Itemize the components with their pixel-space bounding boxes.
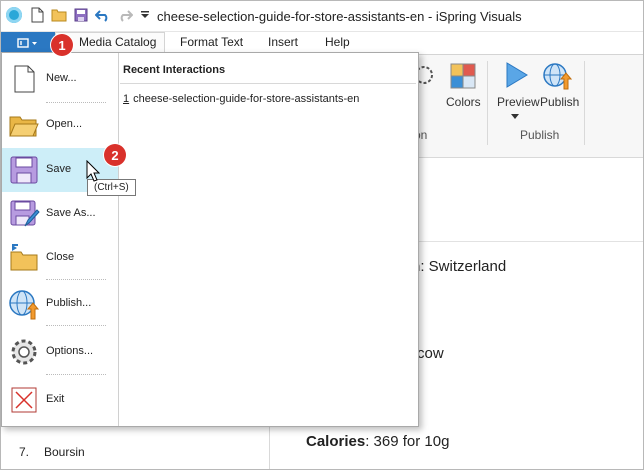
menu-item-exit[interactable]: Exit bbox=[2, 378, 118, 422]
menu-item-new[interactable]: New... bbox=[2, 57, 118, 101]
tab-format-text[interactable]: Format Text bbox=[180, 35, 243, 49]
save-as-icon bbox=[8, 198, 40, 230]
origin-value: : Switzerland bbox=[420, 258, 507, 275]
menu-item-close[interactable]: Close bbox=[2, 236, 118, 280]
calories-line: Calories: 369 for 10g bbox=[306, 433, 449, 450]
publish-globe-icon bbox=[8, 288, 40, 320]
menu-item-label: Publish... bbox=[46, 297, 92, 309]
menu-item-label: Save As... bbox=[46, 207, 96, 219]
menu-item-label: Exit bbox=[46, 393, 65, 405]
recent-divider bbox=[120, 83, 416, 84]
close-folder-icon bbox=[8, 242, 40, 274]
file-menu: New... Open... Save Save As... Close Pub… bbox=[1, 52, 419, 427]
step-badge-1: 1 bbox=[51, 34, 73, 56]
menu-item-open[interactable]: Open... bbox=[2, 103, 118, 147]
customize-dropdown-icon[interactable] bbox=[137, 7, 153, 23]
publish-globe-icon[interactable] bbox=[542, 61, 573, 91]
redo-icon[interactable] bbox=[117, 7, 133, 23]
list-item-index: 7. bbox=[19, 445, 30, 459]
file-menu-commands: New... Open... Save Save As... Close Pub… bbox=[2, 53, 119, 426]
menu-item-save-as[interactable]: Save As... bbox=[2, 192, 118, 236]
tab-help[interactable]: Help bbox=[325, 35, 350, 49]
new-file-icon[interactable] bbox=[29, 7, 45, 23]
recent-item[interactable]: 1 cheese-selection-guide-for-store-assist… bbox=[123, 93, 359, 105]
open-folder-icon[interactable] bbox=[51, 7, 67, 23]
step-badge-2: 2 bbox=[104, 144, 126, 166]
publish-button-label[interactable]: Publish bbox=[540, 95, 579, 109]
menu-item-label: Save bbox=[46, 163, 72, 175]
title-bar: cheese-selection-guide-for-store-assista… bbox=[1, 1, 643, 32]
menu-item-publish[interactable]: Publish... bbox=[2, 282, 118, 326]
save-floppy-icon bbox=[8, 154, 40, 186]
settings-gear-icon[interactable] bbox=[415, 61, 438, 91]
colors-icon[interactable] bbox=[450, 63, 476, 89]
preview-icon[interactable] bbox=[503, 61, 529, 89]
menu-item-label: Options... bbox=[46, 345, 94, 357]
app-logo-icon[interactable] bbox=[6, 7, 22, 23]
file-menu-icon bbox=[17, 38, 37, 48]
mouse-cursor-icon bbox=[86, 159, 101, 182]
origin-line: in: Switzerland bbox=[407, 258, 506, 275]
recent-item-index: 1 bbox=[123, 93, 130, 105]
tab-insert[interactable]: Insert bbox=[268, 35, 298, 49]
calories-label: Calories bbox=[306, 433, 366, 450]
options-gear-icon bbox=[8, 336, 40, 368]
recent-interactions-title: Recent Interactions bbox=[123, 64, 226, 76]
new-document-icon bbox=[8, 63, 40, 95]
menu-item-label: New... bbox=[46, 72, 77, 84]
preview-dropdown-icon[interactable] bbox=[511, 109, 519, 123]
list-item-name: Boursin bbox=[44, 445, 85, 459]
milk-line: cow bbox=[417, 345, 444, 362]
colors-label[interactable]: Colors bbox=[446, 95, 481, 109]
ribbon-separator bbox=[584, 61, 585, 145]
menu-separator bbox=[46, 325, 106, 326]
undo-icon[interactable] bbox=[95, 7, 111, 23]
file-menu-button[interactable] bbox=[1, 32, 55, 54]
tab-media-catalog-label[interactable]: Media Catalog bbox=[79, 35, 156, 49]
menu-item-label: Open... bbox=[46, 118, 83, 130]
menu-item-label: Close bbox=[46, 251, 75, 263]
exit-icon bbox=[8, 384, 40, 416]
open-folder-icon bbox=[8, 109, 40, 141]
menu-separator bbox=[46, 374, 106, 375]
window-title: cheese-selection-guide-for-store-assista… bbox=[157, 9, 522, 24]
publish-group-label: Publish bbox=[520, 128, 560, 142]
menu-separator bbox=[46, 279, 106, 280]
save-icon[interactable] bbox=[73, 7, 89, 23]
ribbon-separator bbox=[487, 61, 488, 145]
recent-item-name: cheese-selection-guide-for-store-assista… bbox=[133, 93, 360, 105]
calories-value: : 369 for 10g bbox=[365, 433, 450, 450]
menu-item-options[interactable]: Options... bbox=[2, 330, 118, 374]
list-item[interactable]: 7. Boursin bbox=[1, 434, 269, 469]
preview-button-label[interactable]: Preview bbox=[497, 95, 540, 109]
